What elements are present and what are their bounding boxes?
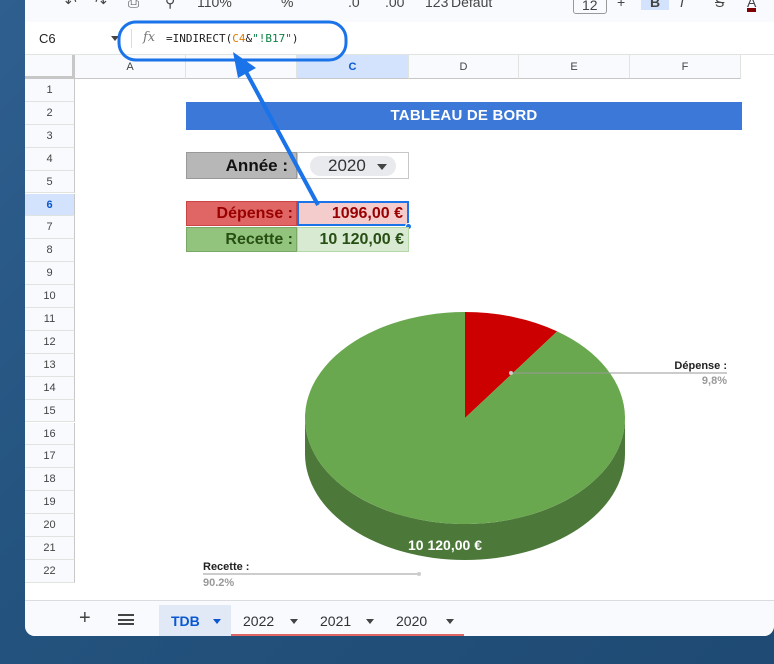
name-box-dropdown-icon[interactable] bbox=[111, 36, 119, 41]
italic-button[interactable]: I bbox=[680, 0, 684, 10]
row-header-21[interactable]: 21 bbox=[25, 537, 75, 560]
number-format-button[interactable]: 123 bbox=[425, 0, 448, 10]
spreadsheet-window: ↶ ↷ ⎙ ⚲ 110% % .0 .00 123 Défaut 12 + B … bbox=[25, 0, 774, 636]
tab-menu-caret-icon[interactable] bbox=[290, 619, 298, 624]
slice-value-label-recette: 10 120,00 € bbox=[408, 537, 482, 553]
formula-string-literal: "!B17" bbox=[252, 32, 292, 45]
dashboard-title: TABLEAU DE BORD bbox=[186, 102, 742, 130]
fx-icon: fx bbox=[143, 30, 156, 45]
tab-color-stripe bbox=[384, 634, 464, 636]
undo-icon[interactable]: ↶ bbox=[65, 0, 77, 11]
pie-chart[interactable]: Dépense : 9,8% Recette : 90,2% 10 120,00 € bbox=[75, 286, 765, 586]
bold-button[interactable]: B bbox=[641, 0, 670, 10]
format-percent-button[interactable]: % bbox=[281, 0, 293, 10]
row-header-22[interactable]: 22 bbox=[25, 559, 75, 583]
font-size-input[interactable]: 12 bbox=[573, 0, 607, 14]
row-header-14[interactable]: 14 bbox=[25, 376, 75, 400]
all-sheets-menu-icon[interactable] bbox=[118, 614, 134, 625]
paint-format-icon[interactable]: ⚲ bbox=[165, 0, 175, 11]
tab-menu-caret-icon[interactable] bbox=[446, 619, 454, 624]
column-header-a[interactable]: A bbox=[75, 55, 186, 79]
row-header-13[interactable]: 13 bbox=[25, 353, 75, 377]
strikethrough-button[interactable]: S bbox=[715, 0, 724, 10]
row-header-17[interactable]: 17 bbox=[25, 445, 75, 469]
column-header-c[interactable]: C bbox=[297, 55, 409, 79]
tab-color-stripe bbox=[231, 634, 308, 636]
sheet-tab-2022[interactable]: 2022 bbox=[231, 605, 308, 636]
row-header-3[interactable]: 3 bbox=[25, 124, 75, 148]
formula-bar: C6 fx =INDIRECT(C4&"!B17") bbox=[25, 22, 774, 55]
tab-color-stripe bbox=[159, 634, 231, 636]
formula-suffix: ) bbox=[291, 32, 299, 45]
tab-color-stripe bbox=[308, 634, 384, 636]
sheet-tab-2021[interactable]: 2021 bbox=[308, 605, 384, 636]
row-header-10[interactable]: 10 bbox=[25, 285, 75, 308]
row-header-5[interactable]: 5 bbox=[25, 170, 75, 194]
row-header-9[interactable]: 9 bbox=[25, 262, 75, 286]
column-header-f[interactable]: F bbox=[630, 55, 741, 79]
income-label: Recette : bbox=[186, 227, 297, 252]
redo-icon[interactable]: ↷ bbox=[95, 0, 107, 11]
leader-dot-depense bbox=[509, 371, 513, 375]
formula-prefix: =INDIRECT( bbox=[166, 32, 233, 45]
tab-menu-caret-icon[interactable] bbox=[213, 619, 221, 624]
sheet-tab-tdb[interactable]: TDB bbox=[159, 605, 231, 636]
row-header-2[interactable]: 2 bbox=[25, 101, 75, 125]
formula-divider bbox=[131, 29, 132, 48]
increase-font-size-button[interactable]: + bbox=[617, 0, 625, 10]
income-value-cell[interactable]: 10 120,00 € bbox=[297, 227, 409, 252]
sheet-tab-label: 2022 bbox=[243, 613, 275, 629]
expense-value-cell[interactable]: 1096,00 € bbox=[297, 201, 409, 226]
row-header-18[interactable]: 18 bbox=[25, 468, 75, 492]
year-dropdown-caret-icon[interactable] bbox=[377, 164, 387, 170]
column-header-d[interactable]: D bbox=[409, 55, 519, 79]
pie-slice-recette[interactable] bbox=[305, 312, 625, 524]
row-header-1[interactable]: 1 bbox=[25, 79, 75, 102]
sheet-grid[interactable]: ABCDEF 1 2 3 4 5 6 7 8 9 10 11 12 13 14 15 16 17 18 19 20 21… bbox=[25, 55, 774, 600]
row-header-12[interactable]: 12 bbox=[25, 330, 75, 354]
text-color-button[interactable]: A bbox=[747, 0, 757, 12]
add-sheet-icon[interactable]: + bbox=[79, 608, 91, 628]
column-header-e[interactable]: E bbox=[519, 55, 630, 79]
tab-menu-caret-icon[interactable] bbox=[366, 619, 374, 624]
formula-cell-reference: C4 bbox=[232, 32, 246, 45]
year-value: 2020 bbox=[328, 156, 366, 175]
row-header-19[interactable]: 19 bbox=[25, 491, 75, 515]
row-header-8[interactable]: 8 bbox=[25, 239, 75, 263]
select-all-corner[interactable] bbox=[25, 55, 75, 79]
row-header-11[interactable]: 11 bbox=[25, 308, 75, 331]
zoom-select[interactable]: 110% bbox=[197, 0, 232, 10]
print-icon[interactable]: ⎙ bbox=[128, 0, 139, 11]
row-header-15[interactable]: 15 bbox=[25, 399, 75, 423]
row-header-6[interactable]: 6 bbox=[25, 193, 75, 217]
slice-label-recette: Recette : bbox=[203, 561, 249, 573]
row-header-20[interactable]: 20 bbox=[25, 514, 75, 537]
name-box[interactable]: C6 bbox=[39, 31, 56, 46]
font-select[interactable]: Défaut bbox=[451, 0, 492, 10]
sheet-tab-2020[interactable]: 2020 bbox=[384, 605, 464, 636]
year-cell[interactable]: 2020 bbox=[297, 152, 409, 179]
sheet-tab-label: 2021 bbox=[320, 613, 352, 629]
sheet-tab-bar: + TDB 2022 2021 2020 bbox=[25, 600, 774, 636]
row-header-7[interactable]: 7 bbox=[25, 216, 75, 240]
toolbar: ↶ ↷ ⎙ ⚲ 110% % .0 .00 123 Défaut 12 + B … bbox=[25, 0, 774, 22]
formula-input[interactable]: =INDIRECT(C4&"!B17") bbox=[166, 32, 298, 45]
column-header-b[interactable]: B bbox=[186, 55, 297, 79]
expense-label: Dépense : bbox=[186, 201, 297, 226]
slice-label-depense: Dépense : bbox=[674, 360, 727, 372]
year-label: Année : bbox=[186, 152, 297, 179]
increase-decimals-button[interactable]: .00 bbox=[385, 0, 404, 10]
sheet-tab-label: TDB bbox=[171, 613, 200, 629]
decrease-decimals-button[interactable]: .0 bbox=[348, 0, 360, 10]
year-dropdown[interactable]: 2020 bbox=[310, 156, 396, 176]
row-header-16[interactable]: 16 bbox=[25, 422, 75, 446]
sheet-tab-label: 2020 bbox=[396, 613, 428, 629]
leader-dot-recette bbox=[417, 572, 421, 576]
slice-percent-recette: 90,2% bbox=[203, 577, 234, 586]
slice-percent-depense: 9,8% bbox=[702, 375, 727, 387]
row-header-4[interactable]: 4 bbox=[25, 147, 75, 171]
